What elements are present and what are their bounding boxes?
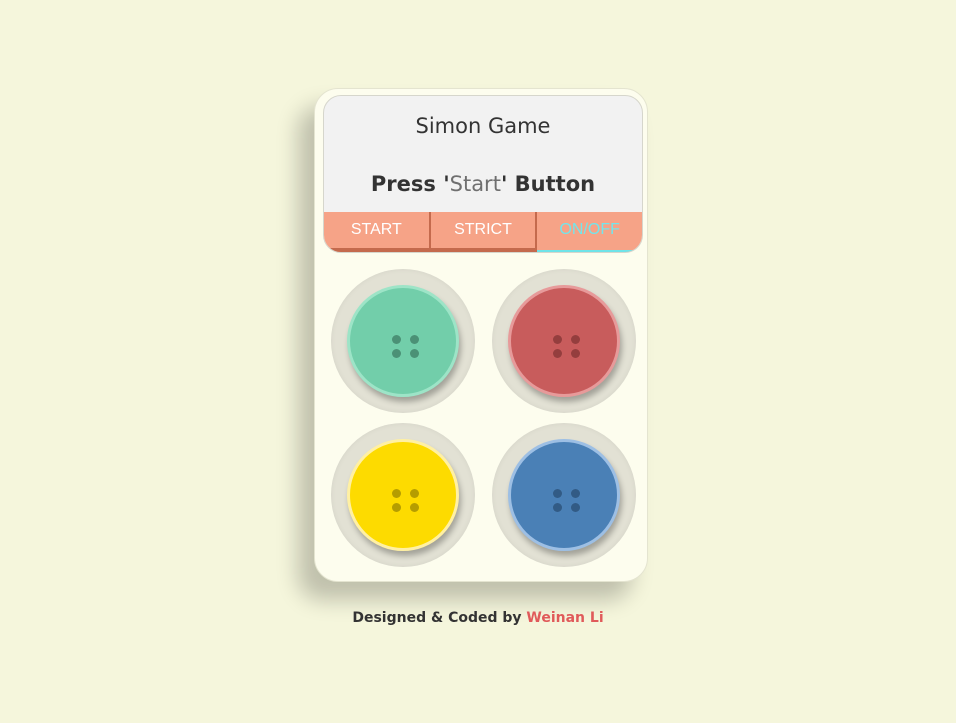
pad-well-green <box>331 269 475 413</box>
status-prefix: Press ' <box>370 172 450 196</box>
simon-device: Simon Game Press 'Start' Button START ST… <box>314 88 648 582</box>
pad-red[interactable] <box>508 285 620 397</box>
status-highlight: Start <box>449 172 501 196</box>
pad-blue[interactable] <box>508 439 620 551</box>
pad-well-blue <box>492 423 636 567</box>
status-message: Press 'Start' Button <box>324 172 642 196</box>
button-icon <box>553 335 581 358</box>
button-icon <box>392 489 420 512</box>
display-screen: Simon Game Press 'Start' Button START ST… <box>323 95 643 253</box>
footer-credit: Designed & Coded by Weinan Li <box>0 610 956 626</box>
pad-well-red <box>492 269 636 413</box>
onoff-button[interactable]: ON/OFF <box>537 212 642 252</box>
strict-button[interactable]: STRICT <box>430 212 538 252</box>
button-icon <box>392 335 420 358</box>
game-title: Simon Game <box>415 114 551 138</box>
start-button[interactable]: START <box>324 212 431 252</box>
button-icon <box>553 489 581 512</box>
pad-yellow[interactable] <box>347 439 459 551</box>
status-suffix: ' Button <box>500 172 596 196</box>
credit-prefix: Designed & Coded by <box>352 610 527 626</box>
pad-green[interactable] <box>347 285 459 397</box>
pad-well-yellow <box>331 423 475 567</box>
control-bar: START STRICT ON/OFF <box>324 212 642 252</box>
author-name: Weinan Li <box>526 610 604 626</box>
